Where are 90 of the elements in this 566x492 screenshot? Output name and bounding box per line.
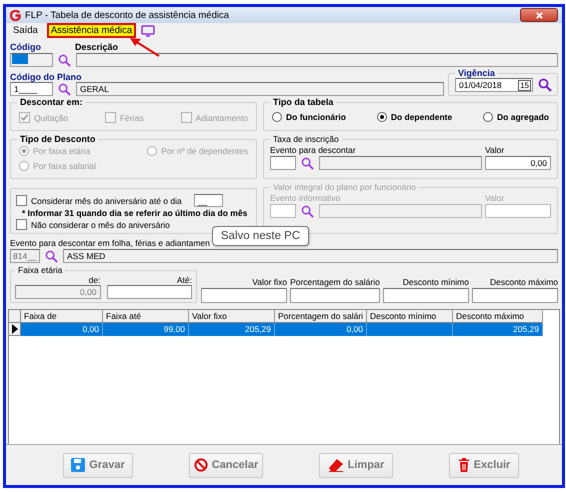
column-header[interactable]: Faixa de — [21, 310, 103, 323]
group-title: Valor integral do plano por funcionário — [272, 182, 418, 192]
table-cell: 205,29 — [513, 324, 539, 334]
field-label: Evento para descontar em folha, férias e adiantamen — [10, 238, 210, 248]
checkbox-label[interactable]: Considerar mês do aniversário até o dia — [31, 196, 182, 206]
column-header[interactable]: Valor fixo — [189, 310, 275, 323]
radio-button[interactable] — [483, 112, 494, 122]
value-field[interactable] — [290, 288, 380, 303]
search-icon[interactable] — [301, 204, 314, 218]
menu-item[interactable]: Assistência médica — [46, 23, 136, 38]
date-value: 01/04/2018 — [459, 79, 502, 91]
event-name-field[interactable] — [319, 204, 482, 218]
row-pointer-icon — [12, 324, 18, 334]
field-label: Código do Plano — [10, 72, 82, 82]
description-field[interactable] — [76, 53, 558, 67]
radio-label[interactable]: Do agregado — [497, 112, 549, 122]
radio-button[interactable] — [272, 112, 282, 122]
group-title: Tipo de Desconto — [19, 134, 96, 144]
event-name-field[interactable]: ASS MED — [63, 249, 558, 263]
field-label: Evento para descontar — [270, 145, 357, 155]
close-button[interactable] — [520, 8, 558, 22]
field-label: Código — [10, 42, 42, 52]
field-label: Desconto mínimo — [402, 277, 469, 287]
event-name-field[interactable] — [319, 156, 482, 170]
group-title: Faixa etária — [17, 265, 64, 275]
cancel-button[interactable]: Cancelar — [189, 452, 263, 478]
search-icon[interactable] — [538, 78, 552, 92]
event-code-field[interactable]: 814__ — [10, 249, 40, 263]
group-title: Descontar em: — [19, 97, 84, 107]
search-icon[interactable] — [45, 250, 58, 262]
delete-button[interactable]: Excluir — [449, 452, 519, 478]
age-to-field[interactable] — [106, 285, 192, 299]
radio-label[interactable]: Do funcionário — [286, 112, 346, 122]
table-cell: 99,00 — [164, 324, 185, 334]
field-label: Até: — [176, 275, 192, 285]
field-label: Descrição — [75, 42, 118, 52]
event-code-field[interactable] — [270, 204, 296, 218]
tooltip: Salvo neste PC — [212, 226, 310, 246]
table-row[interactable]: 0,00 99,00 205,29 0,00 205,29 — [9, 323, 559, 336]
column-header[interactable]: Faixa até — [103, 310, 189, 323]
close-icon — [534, 10, 544, 20]
day-field[interactable]: __ — [194, 194, 223, 207]
menu-item[interactable]: Saída — [9, 23, 42, 38]
annotation-arrow — [129, 36, 161, 58]
column-header[interactable]: Desconto mínimo — [367, 310, 453, 323]
calendar-button[interactable]: 15 — [518, 80, 531, 91]
clear-button[interactable]: Limpar — [319, 452, 393, 478]
group-title: Tipo da tabela — [272, 97, 334, 107]
plan-name-field[interactable]: GERAL — [76, 82, 444, 96]
plan-code-field[interactable]: 1____ — [10, 82, 53, 96]
column-header[interactable]: Desconto máximo — [453, 310, 543, 323]
field-label: Valor — [485, 145, 506, 155]
prohibited-icon — [194, 458, 208, 472]
value-field[interactable] — [485, 204, 551, 218]
table-cell: 205,29 — [245, 324, 271, 334]
field-label: Porcentagem do salário — [290, 277, 380, 287]
table-cell: 0,00 — [82, 324, 99, 334]
search-icon[interactable] — [58, 54, 71, 66]
radio-button[interactable] — [376, 112, 387, 122]
checkbox-label[interactable]: Não considerar o mês do aniversário — [31, 220, 170, 230]
field-label: Valor — [485, 193, 506, 203]
event-code-field[interactable] — [270, 156, 296, 170]
value-field[interactable] — [472, 288, 558, 303]
field-label: Evento informativo — [270, 193, 342, 203]
age-from-field[interactable]: 0,00 — [15, 285, 100, 299]
table-cell: 0,00 — [346, 324, 363, 334]
checkbox[interactable] — [16, 195, 27, 206]
group-title: Vigência — [457, 68, 496, 78]
checkbox[interactable] — [16, 219, 27, 230]
window-title: FLP - Tabela de desconto de assistência médica — [25, 10, 230, 20]
field-label: Valor fixo — [251, 277, 288, 287]
note-text: * Informar 31 quando dia se referir ao último dia do mês — [21, 208, 248, 218]
field-label: de: — [88, 275, 100, 285]
monitor-icon[interactable] — [141, 24, 156, 36]
row-indicator[interactable] — [9, 323, 21, 336]
code-field[interactable] — [10, 53, 53, 67]
eraser-icon — [328, 458, 344, 472]
app-logo-icon — [10, 10, 21, 20]
radio-label[interactable]: Do dependente — [390, 112, 452, 122]
group-title: Taxa de inscrição — [272, 134, 340, 144]
search-icon[interactable] — [301, 156, 314, 170]
value-field[interactable] — [201, 288, 288, 303]
field-label: Desconto máximo — [488, 277, 558, 287]
column-header[interactable]: Porcentagem do salári — [275, 310, 367, 323]
search-icon[interactable] — [58, 82, 71, 96]
trash-icon — [458, 458, 470, 472]
value-field[interactable] — [382, 288, 469, 303]
value-field[interactable]: 0,00 — [485, 156, 551, 170]
date-field[interactable]: 01/04/2018 15 — [455, 78, 533, 92]
save-button[interactable]: Gravar — [63, 452, 133, 478]
